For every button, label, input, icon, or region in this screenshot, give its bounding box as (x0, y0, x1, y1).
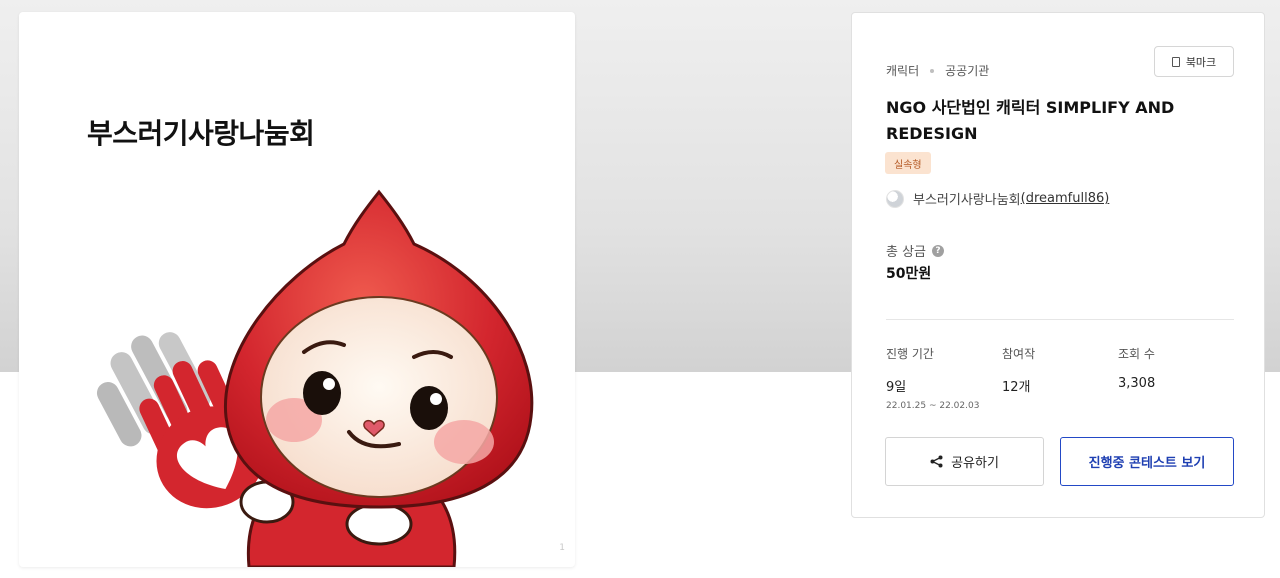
image-indicator: 1 (559, 543, 565, 553)
stat-views: 조회 수 3,308 (1118, 345, 1155, 391)
avatar (886, 189, 904, 208)
stat-period-label: 진행 기간 (886, 347, 934, 361)
total-prize-label: 총 상금 ? (886, 241, 945, 260)
share-label: 공유하기 (951, 456, 999, 471)
host-id-link[interactable]: (dreamfull86) (1021, 191, 1110, 206)
contest-info-card: 캐릭터 공공기관 북마크 NGO 사단법인 캐릭터 SIMPLIFY AND R… (851, 12, 1265, 518)
stat-entries: 참여작 12개 (1002, 345, 1035, 395)
total-prize-value: 50만원 (886, 266, 932, 282)
help-icon[interactable]: ? (932, 244, 945, 257)
stat-period-value: 9일 (886, 380, 907, 395)
contest-type-badge: 실속형 (885, 152, 931, 174)
tag-separator (930, 68, 935, 73)
host-info: 부스러기사랑나눔회 (dreamfull86) (886, 189, 1109, 208)
contest-image: 부스러기사랑나눔회 1 (19, 12, 575, 567)
tag-category[interactable]: 캐릭터 (886, 62, 919, 79)
stat-period-dates: 22.01.25 ~ 22.02.03 (886, 401, 980, 411)
tag-organization-type[interactable]: 공공기관 (945, 62, 989, 79)
stat-views-label: 조회 수 (1118, 347, 1155, 361)
view-ongoing-contests-button[interactable]: 진행중 콘테스트 보기 (1060, 437, 1234, 486)
bookmark-icon (1171, 56, 1180, 67)
category-tags: 캐릭터 공공기관 (886, 62, 989, 79)
character-illustration (96, 189, 534, 567)
share-icon (930, 455, 943, 468)
stat-entries-label: 참여작 (1002, 347, 1036, 361)
share-button[interactable]: 공유하기 (885, 437, 1044, 486)
stat-views-value: 3,308 (1118, 376, 1156, 391)
bookmark-label: 북마크 (1185, 55, 1217, 69)
stat-entries-value: 12개 (1002, 380, 1031, 395)
organization-heading: 부스러기사랑나눔회 (87, 117, 315, 150)
divider (886, 319, 1234, 320)
stat-period: 진행 기간 9일 22.01.25 ~ 22.02.03 (886, 345, 979, 411)
host-name: 부스러기사랑나눔회 (913, 193, 1021, 208)
contest-title: NGO 사단법인 캐릭터 SIMPLIFY AND REDESIGN (886, 98, 1175, 143)
bookmark-button[interactable]: 북마크 (1154, 46, 1234, 77)
total-prize-text: 총 상금 (886, 245, 927, 260)
